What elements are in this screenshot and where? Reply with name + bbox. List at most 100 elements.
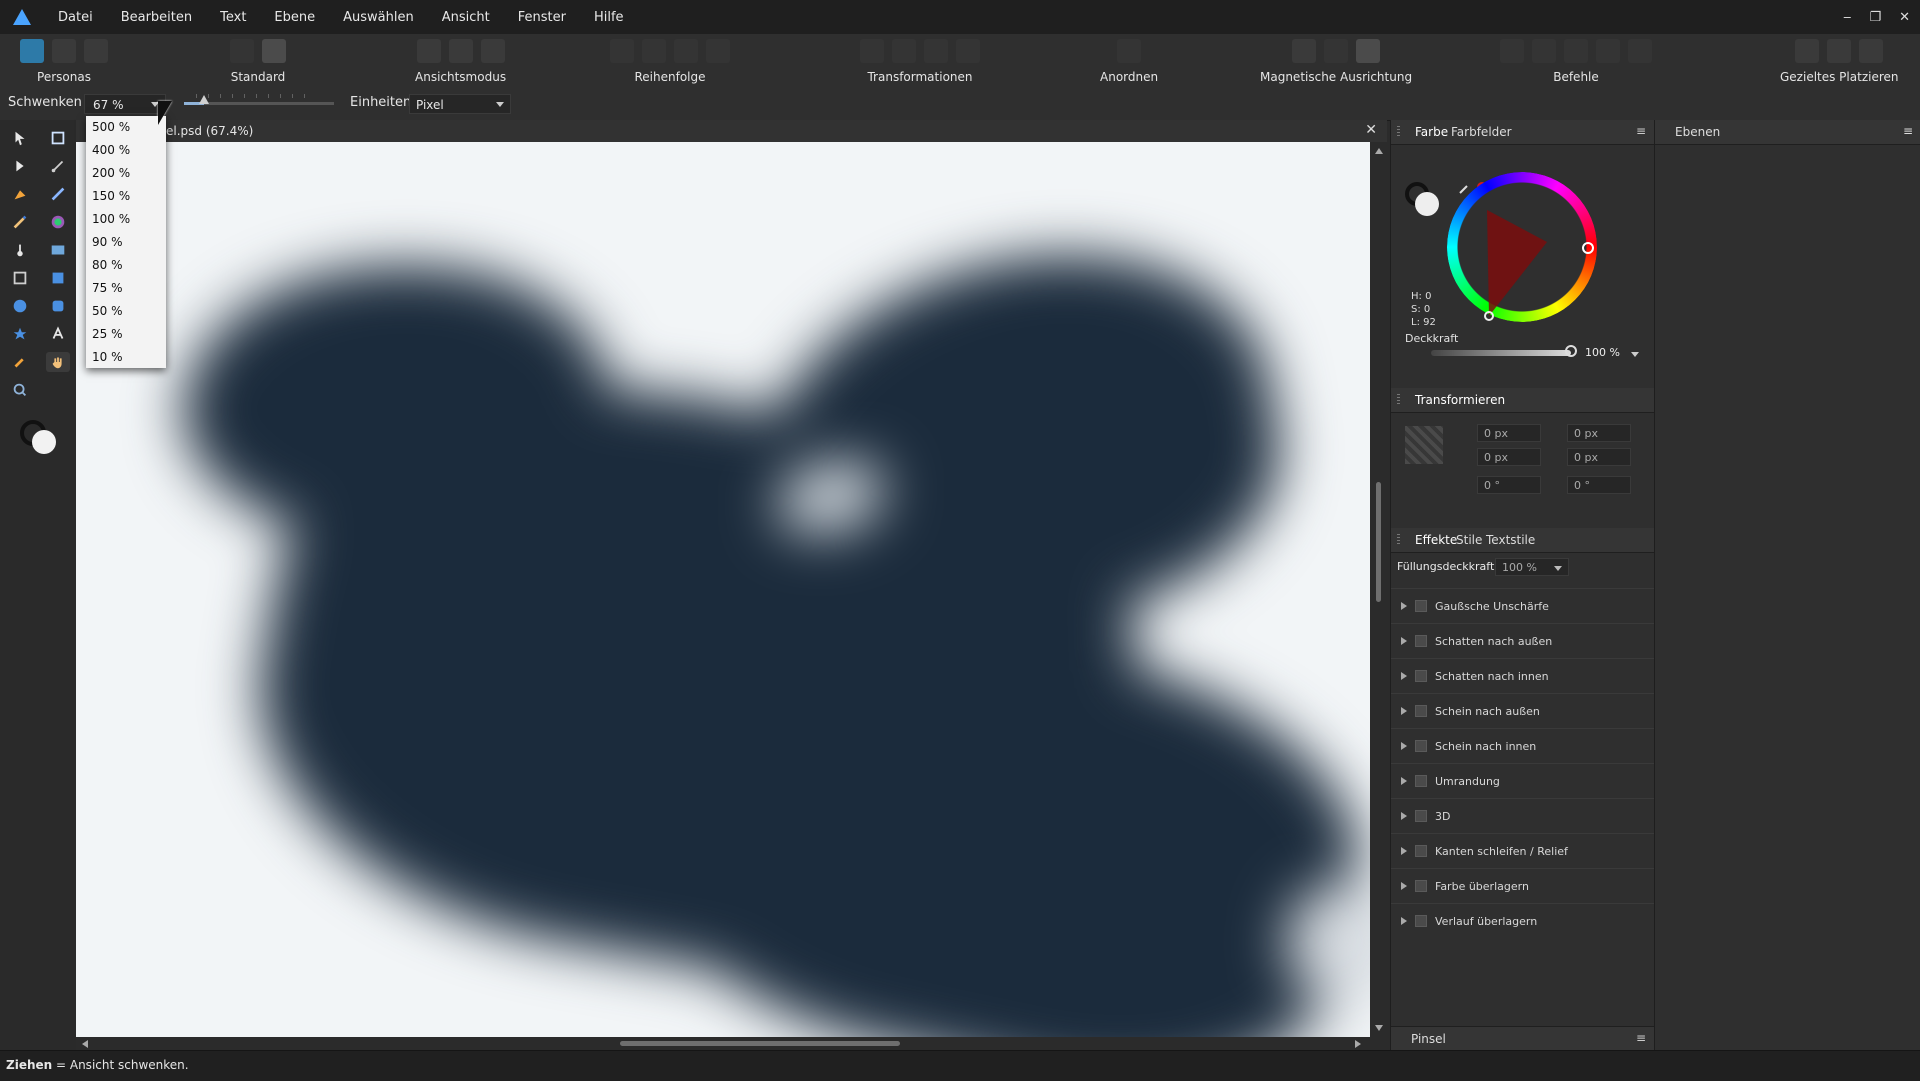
menu-bearbeiten[interactable]: Bearbeiten <box>107 10 206 25</box>
transform-h-field[interactable]: 0 px <box>1567 448 1631 466</box>
menu-text[interactable]: Text <box>206 10 260 25</box>
effect-inner-glow[interactable]: Schein nach innen <box>1391 728 1654 763</box>
command-icon-1[interactable] <box>1500 39 1524 63</box>
zoom-option-150[interactable]: 150 % <box>86 185 166 208</box>
zoom-option-100[interactable]: 100 % <box>86 208 166 231</box>
panel-grip-icon[interactable] <box>1397 126 1400 138</box>
tab-farbfelder[interactable]: Farbfelder <box>1451 125 1512 139</box>
maximize-icon[interactable]: ❐ <box>1869 10 1881 25</box>
zoom-option-75[interactable]: 75 % <box>86 277 166 300</box>
transform-w-field[interactable]: 0 px <box>1567 424 1631 442</box>
command-icon-3[interactable] <box>1564 39 1588 63</box>
rectangle-tool-icon[interactable] <box>46 268 70 288</box>
placement-icon-1[interactable] <box>1795 39 1820 63</box>
eyedropper-tool-icon[interactable] <box>8 352 32 372</box>
expand-triangle-icon[interactable] <box>1401 742 1407 750</box>
snapping-grid-icon[interactable] <box>1292 39 1317 63</box>
horizontal-scrollbar[interactable] <box>76 1037 1387 1050</box>
color-picker-tool-icon[interactable] <box>46 212 70 232</box>
effect-outline[interactable]: Umrandung <box>1391 763 1654 798</box>
text-tool-icon[interactable] <box>46 324 70 344</box>
artboard-tool-icon[interactable] <box>46 128 70 148</box>
menu-auswaehlen[interactable]: Auswählen <box>329 10 428 25</box>
scroll-right-icon[interactable] <box>1355 1040 1361 1048</box>
transform-tool-icon[interactable] <box>8 268 32 288</box>
effect-inner-shadow[interactable]: Schatten nach innen <box>1391 658 1654 693</box>
view-mode-icon-1[interactable] <box>416 39 441 63</box>
order-icon-2[interactable] <box>642 39 666 63</box>
rounded-rectangle-tool-icon[interactable] <box>46 296 70 316</box>
zoom-select[interactable]: 67 % <box>84 94 166 114</box>
expand-triangle-icon[interactable] <box>1401 847 1407 855</box>
transform-rotation-field[interactable]: 0 ° <box>1477 476 1541 494</box>
effect-checkbox[interactable] <box>1415 810 1427 822</box>
menu-fenster[interactable]: Fenster <box>504 10 580 25</box>
close-document-icon[interactable]: ✕ <box>1365 122 1377 138</box>
effect-color-overlay[interactable]: Farbe überlagern <box>1391 868 1654 903</box>
expand-triangle-icon[interactable] <box>1401 777 1407 785</box>
view-mode-icon-2[interactable] <box>448 39 473 63</box>
liquify-persona-icon[interactable] <box>52 39 76 63</box>
zoom-option-10[interactable]: 10 % <box>86 346 166 369</box>
hand-tool-icon[interactable] <box>46 352 70 372</box>
effect-checkbox[interactable] <box>1415 845 1427 857</box>
image-tool-icon[interactable] <box>46 240 70 260</box>
transform-y-field[interactable]: 0 px <box>1477 448 1541 466</box>
opacity-slider[interactable] <box>1431 350 1571 356</box>
menu-hilfe[interactable]: Hilfe <box>580 10 638 25</box>
zoom-option-400[interactable]: 400 % <box>86 139 166 162</box>
primary-secondary-colors[interactable] <box>18 418 60 458</box>
layers-panel-header[interactable]: Ebenen ≡ <box>1655 120 1920 145</box>
arrange-icon[interactable] <box>1117 39 1142 63</box>
zoom-option-500[interactable]: 500 % <box>86 116 166 139</box>
expand-triangle-icon[interactable] <box>1401 637 1407 645</box>
brush-panel-header[interactable]: Pinsel ≡ <box>1391 1026 1654 1051</box>
command-icon-4[interactable] <box>1596 39 1620 63</box>
effect-checkbox[interactable] <box>1415 915 1427 927</box>
brush-tool-icon[interactable] <box>8 212 32 232</box>
star-tool-icon[interactable] <box>8 324 32 344</box>
panel-menu-icon[interactable]: ≡ <box>1903 124 1913 138</box>
standard-icon-2[interactable] <box>262 39 286 63</box>
zoom-slider-thumb[interactable] <box>199 95 209 104</box>
effect-checkbox[interactable] <box>1415 740 1427 752</box>
snapping-icon-2[interactable] <box>1324 39 1349 63</box>
zoom-slider[interactable] <box>184 95 334 105</box>
view-mode-icon-3[interactable] <box>480 39 505 63</box>
expand-triangle-icon[interactable] <box>1401 707 1407 715</box>
horizontal-scroll-thumb[interactable] <box>620 1041 900 1046</box>
node-tool-icon[interactable] <box>8 156 32 176</box>
expand-triangle-icon[interactable] <box>1401 812 1407 820</box>
effect-checkbox[interactable] <box>1415 705 1427 717</box>
move-tool-icon[interactable] <box>8 128 32 148</box>
transform-icon-3[interactable] <box>924 39 948 63</box>
magnet-icon[interactable] <box>1356 39 1381 63</box>
transform-icon-1[interactable] <box>860 39 884 63</box>
transform-x-field[interactable]: 0 px <box>1477 424 1541 442</box>
scroll-up-icon[interactable] <box>1375 148 1383 154</box>
export-persona-icon[interactable] <box>84 39 108 63</box>
menu-datei[interactable]: Datei <box>44 10 107 25</box>
effect-outer-shadow[interactable]: Schatten nach außen <box>1391 623 1654 658</box>
photo-persona-icon[interactable] <box>20 39 44 63</box>
order-icon-4[interactable] <box>706 39 730 63</box>
transform-icon-4[interactable] <box>956 39 980 63</box>
expand-triangle-icon[interactable] <box>1401 882 1407 890</box>
transform-anchor-icon[interactable] <box>1405 426 1443 464</box>
zoom-option-200[interactable]: 200 % <box>86 162 166 185</box>
effect-checkbox[interactable] <box>1415 775 1427 787</box>
effect-gaussian-blur[interactable]: Gaußsche Unschärfe <box>1391 588 1654 623</box>
command-icon-2[interactable] <box>1532 39 1556 63</box>
ellipse-tool-icon[interactable] <box>8 296 32 316</box>
zoom-option-25[interactable]: 25 % <box>86 323 166 346</box>
order-icon-3[interactable] <box>674 39 698 63</box>
zoom-tool-icon[interactable] <box>8 380 32 400</box>
order-icon-1[interactable] <box>610 39 634 63</box>
menu-ebene[interactable]: Ebene <box>260 10 329 25</box>
expand-triangle-icon[interactable] <box>1401 917 1407 925</box>
scroll-left-icon[interactable] <box>82 1040 88 1048</box>
chevron-down-icon[interactable] <box>1631 352 1639 357</box>
effect-checkbox[interactable] <box>1415 880 1427 892</box>
standard-icon-1[interactable] <box>230 39 254 63</box>
effect-outer-glow[interactable]: Schein nach außen <box>1391 693 1654 728</box>
